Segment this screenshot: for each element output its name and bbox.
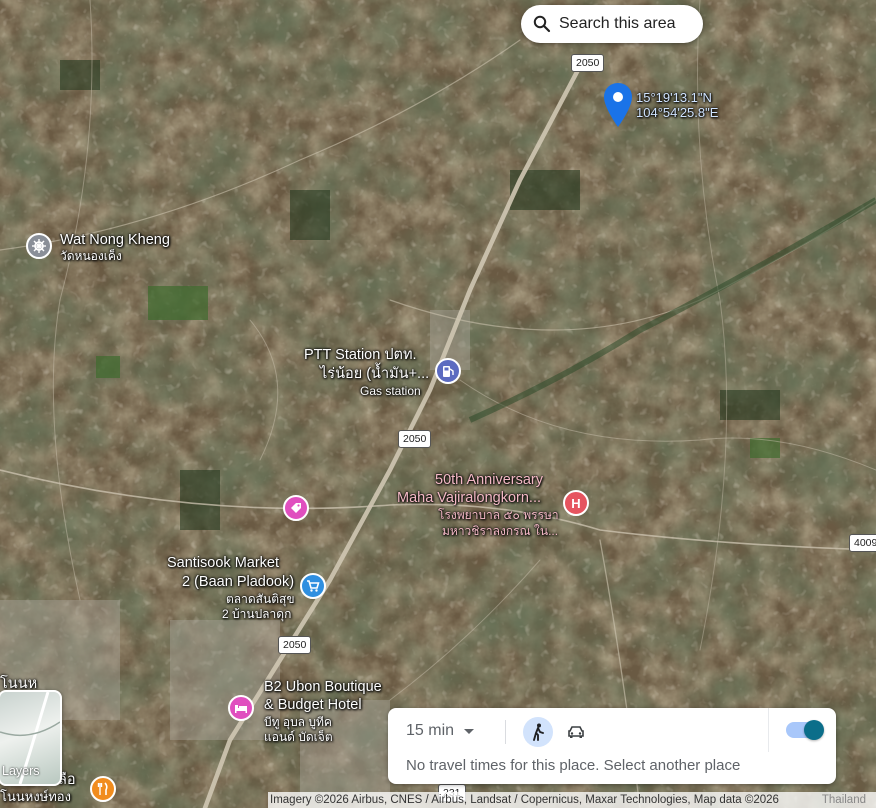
hospital-local-1: โรงพยาบาล ๕๐ พรรษา	[438, 508, 559, 522]
gas-pump-icon	[443, 366, 454, 377]
toggle-knob	[804, 720, 824, 740]
country-label: Thailand	[821, 794, 866, 806]
bed-icon	[235, 705, 247, 713]
tag-icon	[291, 503, 301, 513]
attribution-bar: Imagery ©2026 Airbus, CNES / Airbus, Lan…	[268, 792, 876, 808]
santisook-market-name-2[interactable]: 2 (Baan Pladook)	[182, 574, 294, 591]
search-this-area-label: Search this area	[559, 15, 676, 32]
travel-time-toggle[interactable]	[786, 720, 824, 740]
duration-value: 15 min	[406, 722, 455, 739]
dropdown-caret-icon	[464, 729, 475, 734]
road-shield: 2050	[571, 54, 605, 72]
ptt-station-name-2[interactable]: ไร่น้อย (น้ำมัน+...	[320, 366, 429, 383]
attribution-text: Imagery ©2026 Airbus, CNES / Airbus, Lan…	[270, 794, 779, 806]
car-icon	[568, 726, 584, 738]
ptt-station-category: Gas station	[360, 384, 421, 398]
hospital-name-2[interactable]: Maha Vajiralongkorn...	[397, 490, 541, 507]
shopping-marker[interactable]	[283, 495, 309, 521]
temple-icon	[32, 239, 46, 253]
walking-mode-button[interactable]	[523, 717, 553, 747]
duration-dropdown[interactable]: 15 min	[406, 722, 476, 740]
dropped-pin-lat: 15°19'13.1"N	[636, 90, 712, 105]
partial-place-label: โนนหงษ์ทอง	[0, 789, 71, 804]
hospital-marker[interactable]: H	[563, 490, 589, 516]
road-shield: 2050	[278, 636, 312, 654]
hospital-icon: H	[571, 495, 581, 511]
b2-hotel-name-1[interactable]: B2 Ubon Boutique	[264, 679, 382, 696]
travel-time-message: No travel times for this place. Select a…	[406, 757, 741, 774]
dropped-pin-icon[interactable]	[603, 82, 633, 128]
wat-nong-kheng-name[interactable]: Wat Nong Kheng	[60, 232, 170, 249]
market-marker[interactable]	[300, 573, 326, 599]
santisook-market-local-2: 2 บ้านปลาดุก	[222, 607, 292, 621]
santisook-market-local-1: ตลาดสันติสุข	[226, 592, 295, 606]
dropped-pin-coordinates: 15°19'13.1"N 104°54'25.8"E	[636, 90, 719, 121]
satellite-map[interactable]	[0, 0, 876, 808]
gas-station-marker[interactable]	[435, 358, 461, 384]
driving-mode-button[interactable]	[563, 719, 589, 745]
hospital-local-2: มหาวชิราลงกรณ ใน...	[442, 524, 559, 538]
layers-button[interactable]: Layers	[0, 690, 62, 786]
fork-knife-icon	[97, 782, 108, 795]
temple-marker[interactable]	[26, 233, 52, 259]
restaurant-marker[interactable]	[90, 776, 116, 802]
santisook-market-name-1[interactable]: Santisook Market	[167, 555, 279, 572]
road-shield: 4009	[849, 534, 876, 552]
walking-icon	[533, 723, 544, 741]
divider	[505, 720, 506, 744]
hospital-name-1[interactable]: 50th Anniversary	[435, 472, 543, 489]
b2-hotel-local-2: แอนด์ บัดเจ็ต	[264, 730, 333, 744]
layers-label: Layers	[2, 764, 40, 778]
dropped-pin-lng: 104°54'25.8"E	[636, 104, 719, 120]
shopping-cart-icon	[307, 580, 320, 592]
wat-nong-kheng-local: วัดหนองเค็ง	[60, 249, 122, 263]
travel-time-panel: 15 min No travel times for this place. S…	[388, 708, 836, 784]
b2-hotel-name-2[interactable]: & Budget Hotel	[264, 697, 362, 714]
search-icon	[533, 15, 551, 33]
b2-hotel-local-1: บีทู อุบล บูทีค	[264, 715, 332, 729]
hotel-marker[interactable]	[228, 695, 254, 721]
divider	[768, 708, 769, 752]
ptt-station-name-1[interactable]: PTT Station ปตท.	[304, 347, 417, 364]
search-this-area-button[interactable]: Search this area	[521, 5, 703, 43]
road-shield: 2050	[398, 430, 432, 448]
